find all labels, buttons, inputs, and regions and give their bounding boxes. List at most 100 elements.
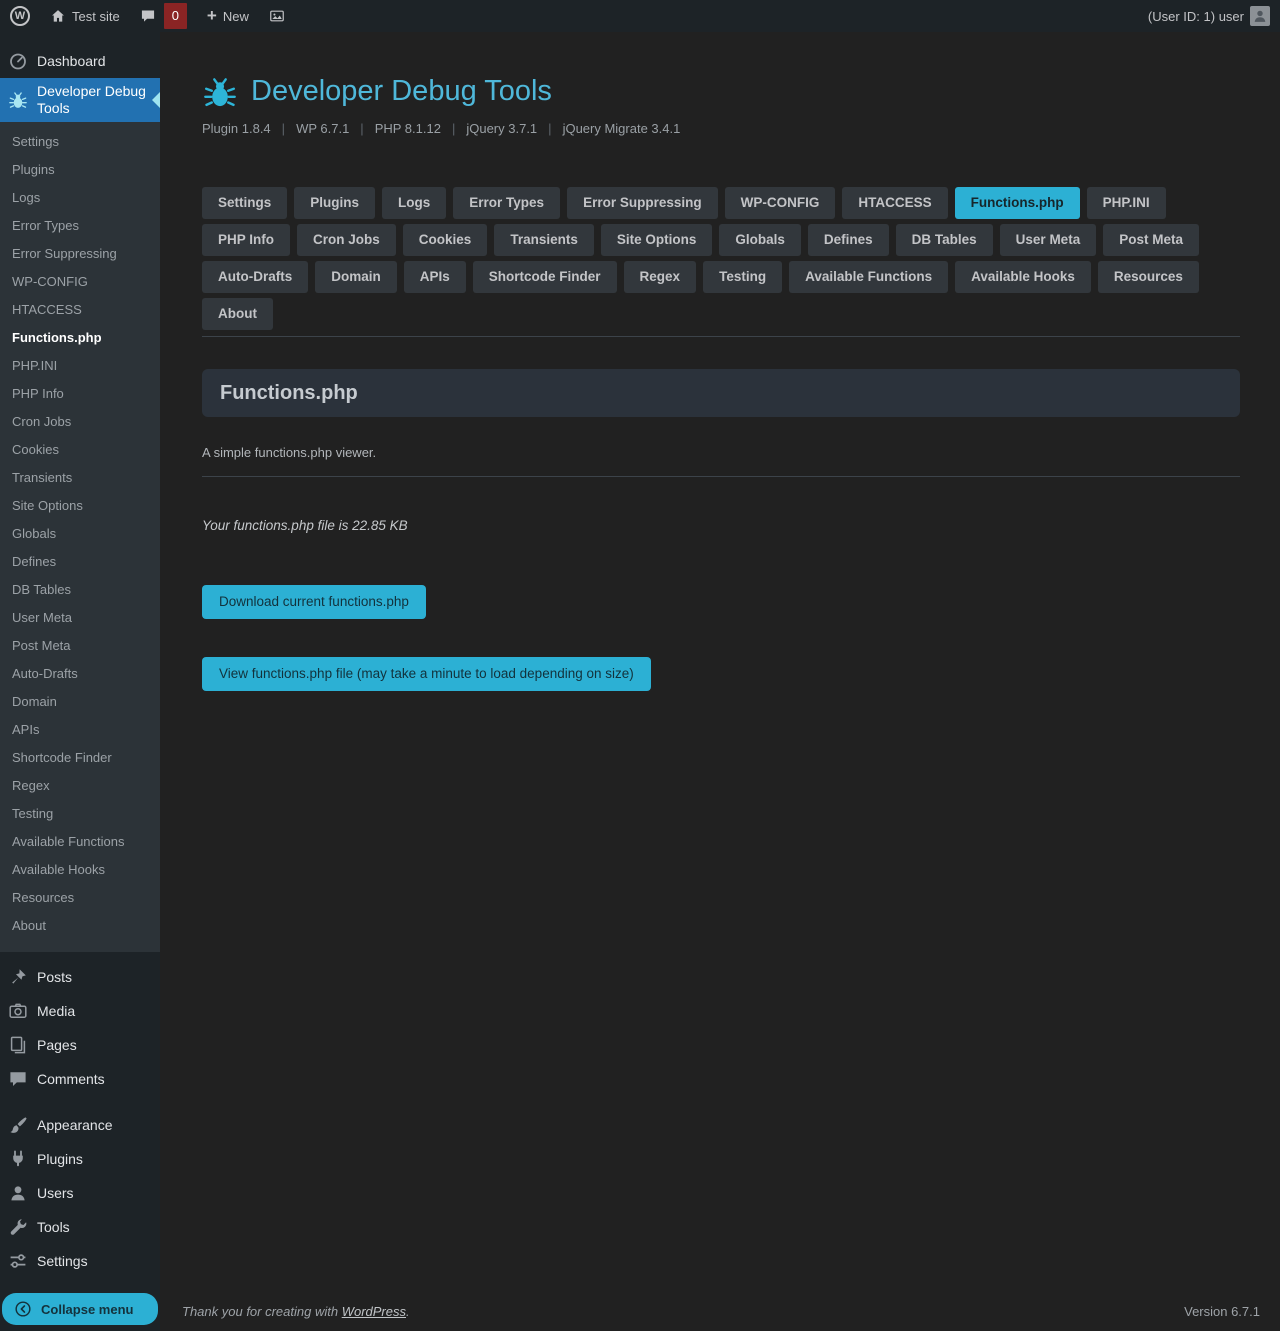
sidebar-item-settings[interactable]: Settings [0, 1244, 160, 1278]
meta-item: jQuery 3.7.1 [466, 121, 562, 136]
debug-submenu-item[interactable]: Defines [0, 548, 160, 576]
meta-item: WP 6.7.1 [296, 121, 375, 136]
site-name-link[interactable]: Test site [40, 0, 130, 32]
comments-bubble-icon [140, 8, 156, 24]
new-content-button[interactable]: + New [197, 0, 259, 32]
debug-submenu-item[interactable]: Testing [0, 800, 160, 828]
debug-submenu-item[interactable]: Logs [0, 184, 160, 212]
debug-submenu-item[interactable]: Cron Jobs [0, 408, 160, 436]
debug-tab[interactable]: PHP.INI [1087, 187, 1166, 219]
debug-submenu-item[interactable]: Cookies [0, 436, 160, 464]
debug-tab[interactable]: Testing [703, 261, 782, 293]
pushpin-icon [8, 967, 28, 987]
debug-tab[interactable]: User Meta [1000, 224, 1097, 256]
pages-icon [8, 1035, 28, 1055]
debug-tab[interactable]: DB Tables [896, 224, 993, 256]
debug-submenu-item[interactable]: Auto-Drafts [0, 660, 160, 688]
wordpress-logo-button[interactable] [0, 0, 40, 32]
download-functions-button[interactable]: Download current functions.php [202, 585, 426, 619]
debug-tab[interactable]: APIs [404, 261, 466, 293]
section-heading-label: Functions.php [220, 382, 358, 404]
meta-item: jQuery Migrate 3.4.1 [563, 121, 681, 136]
debug-tab[interactable]: Available Hooks [955, 261, 1091, 293]
sidebar-item-posts[interactable]: Posts [0, 960, 160, 994]
debug-tab[interactable]: Cookies [403, 224, 488, 256]
divider [202, 476, 1240, 477]
comments-shortcut[interactable]: 0 [130, 0, 197, 32]
debug-submenu-item[interactable]: Available Functions [0, 828, 160, 856]
collapse-menu-button[interactable]: Collapse menu [2, 1293, 158, 1325]
debug-tab[interactable]: Transients [494, 224, 594, 256]
toolbar-image-item[interactable] [259, 0, 295, 32]
camera-icon [8, 1001, 28, 1021]
debug-submenu-item[interactable]: Error Suppressing [0, 240, 160, 268]
sidebar-item-dashboard[interactable]: Dashboard [0, 44, 160, 78]
debug-submenu-item[interactable]: Domain [0, 688, 160, 716]
debug-tab[interactable]: HTACCESS [842, 187, 947, 219]
admin-bar-right: (User ID: 1) user [1138, 0, 1280, 32]
debug-submenu-item[interactable]: Resources [0, 884, 160, 912]
site-name-label: Test site [72, 9, 120, 24]
debug-tab[interactable]: Defines [808, 224, 889, 256]
footer-thanks-text: Thank you for creating with [182, 1304, 342, 1319]
debug-tab[interactable]: Post Meta [1103, 224, 1199, 256]
wordpress-logo-icon [10, 6, 30, 26]
debug-submenu-item[interactable]: Site Options [0, 492, 160, 520]
debug-tab[interactable]: Available Functions [789, 261, 948, 293]
debug-submenu-item[interactable]: Shortcode Finder [0, 744, 160, 772]
sidebar-item-comments[interactable]: Comments [0, 1062, 160, 1096]
section-heading: Functions.php [202, 369, 1240, 417]
debug-tab[interactable]: Shortcode Finder [473, 261, 617, 293]
debug-submenu-item[interactable]: DB Tables [0, 576, 160, 604]
debug-tab[interactable]: About [202, 298, 273, 330]
sidebar-item-appearance[interactable]: Appearance [0, 1108, 160, 1142]
debug-tab[interactable]: Settings [202, 187, 287, 219]
dashboard-icon [8, 51, 28, 71]
debug-submenu-item[interactable]: Available Hooks [0, 856, 160, 884]
section-description: A simple functions.php viewer. [202, 445, 1240, 460]
wordpress-link[interactable]: WordPress [342, 1304, 406, 1319]
sidebar-item-developer-debug-tools[interactable]: Developer Debug Tools [0, 78, 160, 122]
debug-submenu-item[interactable]: PHP.INI [0, 352, 160, 380]
debug-tab[interactable]: Error Types [453, 187, 560, 219]
debug-tab[interactable]: PHP Info [202, 224, 290, 256]
sidebar-item-users[interactable]: Users [0, 1176, 160, 1210]
debug-tab[interactable]: Error Suppressing [567, 187, 718, 219]
sidebar-item-pages[interactable]: Pages [0, 1028, 160, 1062]
debug-submenu-item[interactable]: User Meta [0, 604, 160, 632]
debug-tab[interactable]: Globals [719, 224, 801, 256]
sidebar-item-plugins[interactable]: Plugins [0, 1142, 160, 1176]
avatar-person-icon [1252, 8, 1268, 24]
debug-tab[interactable]: Cron Jobs [297, 224, 396, 256]
debug-submenu-item[interactable]: HTACCESS [0, 296, 160, 324]
debug-submenu-item[interactable]: WP-CONFIG [0, 268, 160, 296]
debug-tab[interactable]: Regex [624, 261, 697, 293]
debug-submenu-item[interactable]: PHP Info [0, 380, 160, 408]
debug-submenu-item[interactable]: Post Meta [0, 632, 160, 660]
debug-submenu-item[interactable]: Plugins [0, 156, 160, 184]
debug-tab[interactable]: Auto-Drafts [202, 261, 308, 293]
debug-submenu-item[interactable]: Transients [0, 464, 160, 492]
admin-bar: Test site 0 + New (User ID: 1) user [0, 0, 1280, 32]
debug-submenu-item[interactable]: Error Types [0, 212, 160, 240]
admin-sidebar: Dashboard Developer Debug Tools Settings… [0, 32, 160, 1331]
my-account-link[interactable]: (User ID: 1) user [1138, 0, 1280, 32]
debug-submenu-item[interactable]: Functions.php [0, 324, 160, 352]
debug-tab[interactable]: WP-CONFIG [725, 187, 836, 219]
new-label: New [223, 9, 249, 24]
debug-tab[interactable]: Site Options [601, 224, 713, 256]
debug-tab[interactable]: Logs [382, 187, 446, 219]
debug-submenu-item[interactable]: Regex [0, 772, 160, 800]
sidebar-item-media[interactable]: Media [0, 994, 160, 1028]
view-functions-button[interactable]: View functions.php file (may take a minu… [202, 657, 651, 691]
debug-submenu-item[interactable]: About [0, 912, 160, 940]
sidebar-item-label: Settings [37, 1253, 88, 1269]
sidebar-item-tools[interactable]: Tools [0, 1210, 160, 1244]
debug-tab[interactable]: Resources [1098, 261, 1199, 293]
debug-tab[interactable]: Domain [315, 261, 397, 293]
debug-tab[interactable]: Functions.php [955, 187, 1080, 219]
debug-submenu-item[interactable]: Settings [0, 128, 160, 156]
debug-submenu-item[interactable]: APIs [0, 716, 160, 744]
debug-submenu-item[interactable]: Globals [0, 520, 160, 548]
debug-tab[interactable]: Plugins [294, 187, 375, 219]
